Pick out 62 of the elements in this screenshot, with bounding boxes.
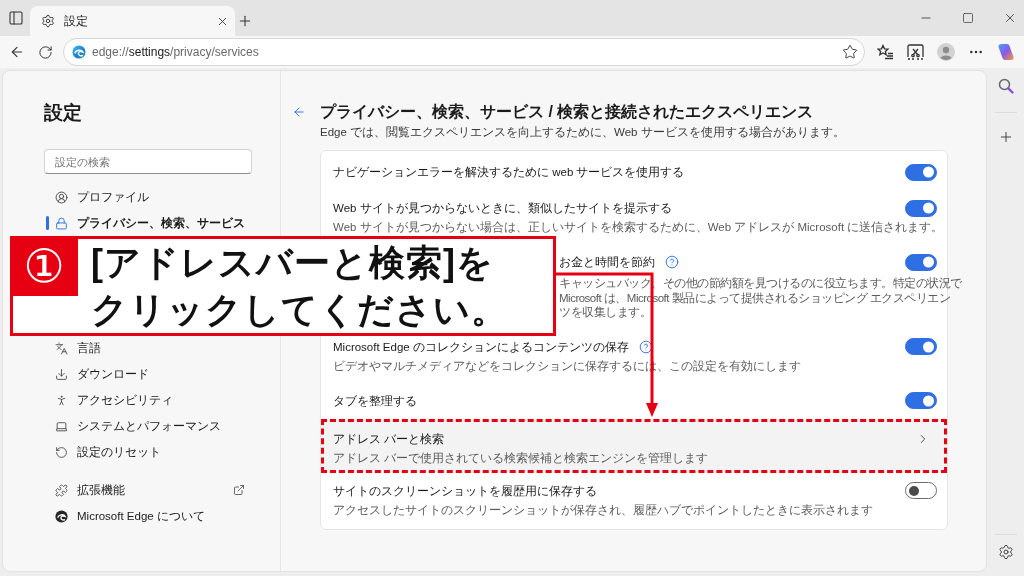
search-field[interactable]: 設定の検索 — [44, 149, 252, 174]
toggle-switch[interactable] — [905, 482, 937, 499]
nav-item[interactable]: Microsoft Edge について — [46, 505, 252, 527]
nav-item[interactable]: システムとパフォーマンス — [46, 415, 252, 437]
toggle-switch[interactable] — [905, 253, 937, 271]
setting-title: ナビゲーションエラーを解決するために web サービスを使用する — [333, 165, 685, 180]
toggle-switch[interactable] — [905, 392, 937, 409]
nav-item[interactable]: 設定のリセット — [46, 441, 252, 463]
nav-item[interactable]: 言語 — [46, 337, 252, 359]
url-text: edge://settings/privacy/services — [92, 45, 259, 59]
language-icon — [55, 341, 68, 355]
setting-title: Web サイトが見つからないときに、類似したサイトを提示する — [333, 201, 672, 217]
tab-title: 設定 — [64, 13, 88, 29]
help-icon[interactable] — [638, 339, 653, 354]
setting-title: お金と時間を節約 — [559, 255, 655, 270]
reset-icon — [55, 445, 68, 459]
star-icon[interactable] — [842, 44, 858, 60]
panel-icon[interactable] — [8, 10, 24, 26]
address-bar[interactable]: edge://settings/privacy/services — [63, 38, 865, 66]
plus-icon[interactable] — [237, 13, 253, 29]
download-icon — [55, 367, 68, 381]
nav-item[interactable]: プライバシー、検索、サービス — [46, 212, 252, 234]
star-list-icon[interactable] — [877, 44, 894, 60]
instruction-text: [アドレスバーと検索]を クリックしてください。 — [91, 241, 508, 332]
search-icon[interactable] — [997, 78, 1014, 94]
refresh-icon[interactable] — [38, 44, 53, 60]
nav-item[interactable]: アクセシビリティ — [46, 389, 252, 411]
laptop-icon — [55, 419, 68, 433]
setting-title: Microsoft Edge のコレクションによるコンテンツの保存 — [333, 339, 629, 355]
browser-tab[interactable]: 設定 — [30, 6, 235, 36]
capture-frame-icon[interactable] — [907, 44, 924, 60]
accessibility-icon — [55, 393, 68, 407]
settings-icon — [41, 14, 55, 28]
step-badge: ① — [10, 236, 78, 296]
puzzle-icon — [55, 483, 68, 497]
avatar-icon[interactable] — [937, 43, 955, 61]
page-description: Edge では、閲覧エクスペリエンスを向上するために、Web サービスを使用する場合があります。 — [320, 125, 845, 140]
close-icon[interactable] — [1003, 11, 1017, 25]
browser-logo-icon — [72, 45, 86, 59]
settings-icon[interactable] — [997, 544, 1014, 560]
nav-item[interactable]: プロファイル — [46, 186, 252, 208]
toggle-switch[interactable] — [905, 199, 937, 217]
settings-link-row[interactable]: アドレス バーと検索 アドレス バーで使用されている検索候補と検索エンジンを管理します — [321, 418, 947, 473]
colorful-logo-icon[interactable] — [997, 43, 1015, 61]
toggle-switch[interactable] — [905, 163, 937, 181]
setting-description: Web サイトが見つからない場合は、正しいサイトを検索するために、Web アドレスが Microsoft に送信されます。 — [333, 220, 944, 235]
setting-description: アクセスしたサイトのスクリーンショットが保存され、履歴ハブでポイントしたときに表示されます — [333, 502, 873, 518]
toggle-switch[interactable] — [905, 338, 937, 355]
lock-icon — [55, 216, 68, 230]
setting-description: アドレス バーで使用されている検索候補と検索エンジンを管理します — [333, 450, 709, 466]
profile-icon — [55, 190, 68, 204]
swirl-logo-icon — [55, 509, 68, 523]
nav-item[interactable]: 拡張機能 — [46, 479, 252, 501]
page-title: プライバシー、検索、サービス / 検索と接続されたエクスペリエンス — [320, 102, 814, 122]
help-icon[interactable] — [665, 255, 679, 269]
back-icon[interactable] — [9, 44, 25, 60]
maximize-icon[interactable] — [962, 12, 974, 24]
setting-title: アドレス バーと検索 — [333, 431, 445, 447]
setting-title: タブを整理する — [333, 393, 417, 409]
sidebar-title: 設定 — [44, 101, 82, 125]
setting-title: サイトのスクリーンショットを履歴用に保存する — [333, 483, 597, 499]
nav-item[interactable]: ダウンロード — [46, 363, 252, 385]
